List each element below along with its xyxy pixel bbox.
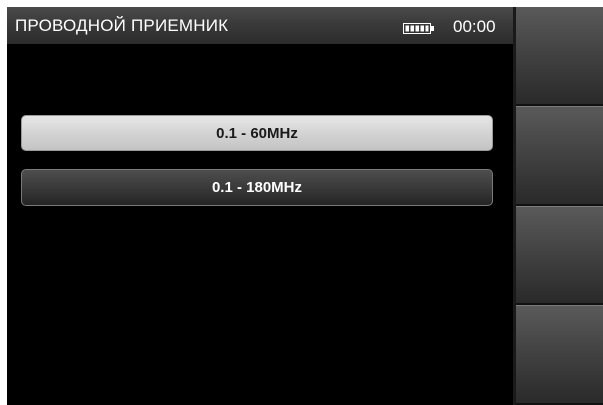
softkey-3[interactable]: [516, 205, 603, 306]
device-frame: ПРОВОДНОЙ ПРИЕМНИК 00:00 0.1 - 60MHz 0.1…: [7, 7, 603, 405]
softkey-1[interactable]: [516, 7, 603, 106]
option-0-1-180mhz[interactable]: 0.1 - 180MHz: [21, 169, 493, 206]
softkey-2[interactable]: [516, 105, 603, 206]
page-title: ПРОВОДНОЙ ПРИЕМНИК: [15, 16, 229, 35]
option-0-1-60mhz[interactable]: 0.1 - 60MHz: [21, 115, 493, 151]
softkey-4[interactable]: [516, 305, 603, 405]
softkey-panel: [513, 7, 603, 405]
title-bar: ПРОВОДНОЙ ПРИЕМНИК 00:00: [7, 7, 513, 44]
battery-full-icon: [403, 21, 435, 34]
clock-time: 00:00: [453, 17, 496, 36]
screen: ПРОВОДНОЙ ПРИЕМНИК 00:00 0.1 - 60MHz 0.1…: [7, 7, 513, 405]
